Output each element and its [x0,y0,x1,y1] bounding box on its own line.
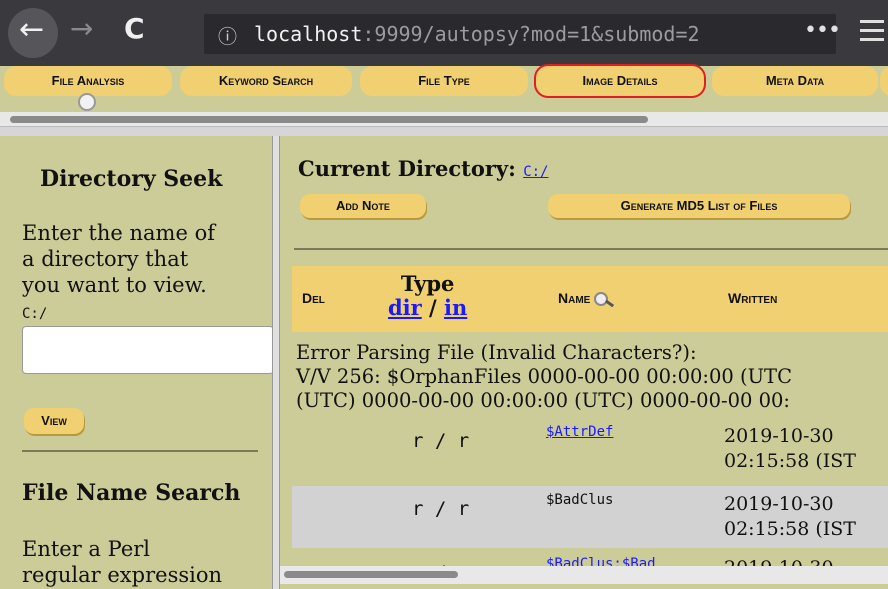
back-button[interactable]: ← [8,8,58,58]
add-note-button[interactable]: Add Note [300,194,426,218]
module-tab-bar: File Analysis Keyword Search File Type I… [0,64,888,111]
divider [22,450,258,452]
arrow-right-icon: → [70,12,94,45]
column-type-label: Type [400,271,455,296]
tab-meta-data[interactable]: Meta Data [712,66,878,96]
arrow-left-icon: ← [19,12,45,47]
tab-file-analysis[interactable]: File Analysis [4,66,172,96]
directory-input[interactable] [22,326,272,374]
view-button[interactable]: View [24,408,84,434]
directory-seek-prompt-line2: a directory that [22,247,189,271]
type-separator: / [429,295,437,320]
tab-file-type[interactable]: File Type [360,66,528,96]
browser-toolbar: ← → C ⓘ localhost:9999/autopsy?mod=1&sub… [0,0,888,66]
column-written[interactable]: Written [728,290,777,306]
url-path: :9999/autopsy?mod=1&submod=2 [362,22,700,46]
tab-bar-scrollbar[interactable] [0,112,888,126]
scrollbar-thumb[interactable] [10,116,648,123]
frame-splitter[interactable] [272,136,280,589]
column-del[interactable]: Del [302,290,325,306]
directory-seek-prompt-line3: you want to view. [22,273,207,297]
address-bar[interactable]: ⓘ localhost:9999/autopsy?mod=1&submod=2 … [204,14,841,54]
page-actions-button[interactable]: ••• [804,18,841,43]
error-message: Error Parsing File (Invalid Characters?)… [296,341,792,413]
table-row[interactable]: r / r $AttrDef 2019-10-30 02:15:58 (IST [292,418,888,480]
tab-overflow[interactable] [880,66,888,96]
tab-keyword-search[interactable]: Keyword Search [180,66,352,96]
column-name-label: Name [558,290,591,306]
row-type: r / r [412,498,470,520]
menu-icon[interactable] [860,20,884,47]
row-written: 2019-10-30 02:15:58 (IST [724,424,856,474]
error-line: (UTC) 0000-00-00 00:00:00 (UTC) 0000-00-… [296,389,790,412]
info-icon[interactable]: ⓘ [218,22,237,49]
written-date: 2019-10-30 [724,425,834,447]
tab-indicator-icon [78,93,96,111]
row-name: $BadClus [546,492,614,508]
left-frame: Directory Seek Enter the name of a direc… [0,136,272,589]
divider [294,248,888,250]
reload-icon: C [124,12,145,45]
error-line: V/V 256: $OrphanFiles 0000-00-00 00:00:0… [296,365,792,388]
scrollbar-thumb[interactable] [284,571,458,578]
url-text[interactable]: localhost:9999/autopsy?mod=1&submod=2 [254,22,774,46]
forward-button[interactable]: → [70,12,93,45]
search-icon[interactable] [594,292,616,307]
generate-md5-button[interactable]: Generate MD5 List of Files [548,194,850,218]
tab-image-details[interactable]: Image Details [534,64,706,98]
directory-seek-prompt-line1: Enter the name of [22,221,215,245]
current-directory-label: Current Directory: [298,156,516,181]
table-row[interactable]: r / r $BadClus 2019-10-30 02:15:58 (IST [292,486,888,548]
directory-seek-heading: Directory Seek [40,166,223,192]
reload-button[interactable]: C [124,12,145,45]
file-table-header: Del Type dir / in Name Written [292,266,888,332]
content-scrollbar[interactable] [280,566,888,584]
frame-divider[interactable] [0,126,888,136]
row-written: 2019-10-30 02:15:58 (IST [724,492,856,542]
written-time: 02:15:58 (IST [724,518,856,540]
written-time: 02:15:58 (IST [724,450,856,472]
column-type: Type dir / in [388,272,467,320]
sort-in-link[interactable]: in [444,295,467,320]
written-date: 2019-10-30 [724,493,834,515]
sort-dir-link[interactable]: dir [388,295,422,320]
current-directory-value: C:/ [22,306,48,322]
url-host: localhost [254,22,363,46]
current-directory-heading: Current Directory: C:/ [298,156,548,181]
file-name-search-heading: File Name Search [22,480,241,506]
column-name[interactable]: Name [558,290,616,307]
current-directory-link[interactable]: C:/ [523,164,548,180]
error-line: Error Parsing File (Invalid Characters?)… [296,341,697,364]
file-name-search-prompt-line1: Enter a Perl [22,537,150,561]
file-name-search-prompt-line2: regular expression [22,563,223,587]
row-name-link[interactable]: $AttrDef [546,424,613,440]
row-type: r / r [412,430,470,452]
right-frame: Current Directory: C:/ Add Note Generate… [280,136,888,589]
